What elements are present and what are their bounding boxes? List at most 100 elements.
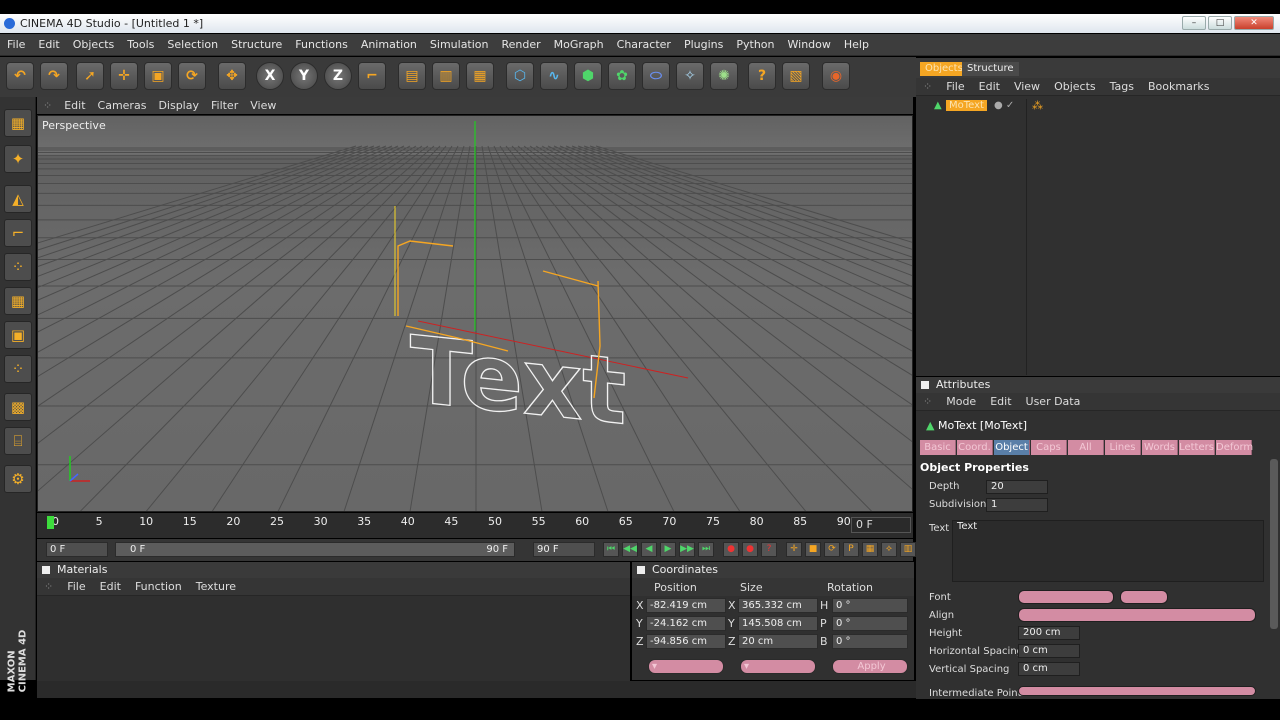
go-to-start-button[interactable]: ⏮ [603, 542, 619, 557]
object-axis-icon[interactable]: ⌐ [4, 219, 32, 247]
menu-animation[interactable]: Animation [354, 34, 423, 51]
font-style-dropdown[interactable] [1120, 590, 1168, 604]
rotation-field[interactable]: 0 ° [832, 634, 908, 649]
attributes-menu-mode[interactable]: Mode [939, 393, 983, 410]
texture-icon[interactable]: ▩ [4, 393, 32, 421]
nurbs-icon[interactable]: ⬢ [574, 62, 602, 90]
scheme-button[interactable]: ⟡ [881, 542, 897, 557]
particle-icon[interactable]: ✺ [710, 62, 738, 90]
menu-structure[interactable]: Structure [224, 34, 288, 51]
polygons-mode-icon[interactable]: ▣ [4, 321, 32, 349]
attr-tab-letters[interactable]: Letters [1179, 440, 1215, 455]
size-field[interactable]: 20 cm [738, 634, 818, 649]
close-button[interactable]: ✕ [1234, 16, 1274, 30]
object-visibility-icon[interactable]: ● ✓ [994, 100, 1014, 111]
position-field[interactable]: -82.419 cm [646, 598, 726, 613]
attr-tab-deform[interactable]: Deform [1216, 440, 1253, 455]
materials-menu-edit[interactable]: Edit [93, 578, 128, 595]
position-key-button[interactable]: ✛ [786, 542, 802, 557]
autokey-button[interactable]: ● [742, 542, 758, 557]
rotation-key-button[interactable]: ⟳ [824, 542, 840, 557]
vspacing-field[interactable]: 0 cm [1018, 662, 1080, 676]
viewport-menu-edit[interactable]: Edit [58, 97, 91, 114]
menu-mograph[interactable]: MoGraph [547, 34, 610, 51]
spline-icon[interactable]: ∿ [540, 62, 568, 90]
attr-tab-lines[interactable]: Lines [1105, 440, 1141, 455]
play-backward-button[interactable]: ◀ [641, 542, 657, 557]
enable-axis-icon[interactable]: ⁘ [4, 355, 32, 383]
materials-menu-function[interactable]: Function [128, 578, 189, 595]
attr-tab-all[interactable]: All [1068, 440, 1104, 455]
scale-key-button[interactable]: ■ [805, 542, 821, 557]
height-field[interactable]: 200 cm [1018, 626, 1080, 640]
next-key-button[interactable]: ▶▶ [679, 542, 695, 557]
cube-primitive-icon[interactable]: ⬡ [506, 62, 534, 90]
current-frame-field[interactable]: 0 F [851, 517, 911, 533]
redo-icon[interactable]: ↷ [40, 62, 68, 90]
attr-tab-coord[interactable]: Coord. [957, 440, 993, 455]
tab-structure[interactable]: Structure [962, 62, 1019, 76]
menu-selection[interactable]: Selection [160, 34, 224, 51]
pla-key-button[interactable]: ▦ [862, 542, 878, 557]
make-editable-icon[interactable]: ✦ [4, 145, 32, 173]
attributes-scrollbar[interactable] [1270, 459, 1278, 629]
menu-python[interactable]: Python [729, 34, 780, 51]
menu-file[interactable]: File [0, 34, 31, 51]
depth-field[interactable]: 20 [986, 480, 1048, 494]
keyframe-selection-button[interactable]: ? [761, 542, 777, 557]
objects-menu-edit[interactable]: Edit [972, 78, 1007, 95]
maximize-button[interactable]: □ [1208, 16, 1232, 30]
timeline-ruler[interactable]: 0 5 10 15 20 25 30 35 40 45 50 55 60 65 70 75 80 85 90 0 F [37, 513, 913, 538]
menu-tools[interactable]: Tools [120, 34, 160, 51]
coord-mode-dropdown[interactable]: ▾ [648, 659, 724, 674]
start-frame-field[interactable]: 0 F [46, 542, 108, 557]
go-to-end-button[interactable]: ⏭ [698, 542, 714, 557]
viewport-menu-view[interactable]: View [244, 97, 282, 114]
text-input[interactable]: Text [952, 520, 1264, 582]
position-field[interactable]: -24.162 cm [646, 616, 726, 631]
objects-menu-view[interactable]: View [1007, 78, 1047, 95]
object-tag-icon[interactable]: ⁂ [1032, 99, 1043, 112]
object-list-item[interactable]: ▲ MoText ● ✓ ⁂ [916, 99, 1280, 115]
viewport-menu-filter[interactable]: Filter [205, 97, 244, 114]
snapping-icon[interactable]: ⚙ [4, 465, 32, 493]
undo-icon[interactable]: ↶ [6, 62, 34, 90]
size-field[interactable]: 365.332 cm [738, 598, 818, 613]
materials-menu-texture[interactable]: Texture [189, 578, 243, 595]
camera-icon[interactable]: ? [748, 62, 776, 90]
perspective-viewport[interactable]: Text Perspective ✥ ⇣ ⟲ ▢ [37, 115, 913, 512]
array-icon[interactable]: ✿ [608, 62, 636, 90]
attr-tab-basic[interactable]: Basic [920, 440, 956, 455]
x-axis-lock-icon[interactable]: X [256, 62, 284, 90]
coordinate-system-icon[interactable]: ⌐ [358, 62, 386, 90]
render-settings-icon[interactable]: ▦ [466, 62, 494, 90]
menu-objects[interactable]: Objects [66, 34, 121, 51]
rotation-field[interactable]: 0 ° [832, 616, 908, 631]
layout-icon[interactable]: ▦ [4, 109, 32, 137]
model-mode-icon[interactable]: ◭ [4, 185, 32, 213]
rotation-field[interactable]: 0 ° [832, 598, 908, 613]
record-button[interactable]: ● [723, 542, 739, 557]
menu-help[interactable]: Help [837, 34, 875, 51]
menu-window[interactable]: Window [781, 34, 837, 51]
position-field[interactable]: -94.856 cm [646, 634, 726, 649]
timeline-playhead[interactable] [47, 516, 54, 529]
render-view-icon[interactable]: ▤ [398, 62, 426, 90]
rotate-icon[interactable]: ⟳ [178, 62, 206, 90]
attributes-menu-edit[interactable]: Edit [983, 393, 1018, 410]
ipoints-dropdown[interactable] [1018, 686, 1256, 696]
edges-mode-icon[interactable]: ▦ [4, 287, 32, 315]
attr-tab-words[interactable]: Words [1142, 440, 1178, 455]
move-icon[interactable]: ✛ [110, 62, 138, 90]
y-axis-lock-icon[interactable]: Y [290, 62, 318, 90]
scene-icon[interactable]: ▧ [782, 62, 810, 90]
subdivision-field[interactable]: 1 [986, 498, 1048, 512]
menu-plugins[interactable]: Plugins [677, 34, 729, 51]
viewport-menu-display[interactable]: Display [152, 97, 205, 114]
light-icon[interactable]: ◉ [822, 62, 850, 90]
align-dropdown[interactable] [1018, 608, 1256, 622]
viewport-menu-cameras[interactable]: Cameras [92, 97, 153, 114]
apply-button[interactable]: Apply [832, 659, 908, 674]
menu-render[interactable]: Render [495, 34, 547, 51]
hspacing-field[interactable]: 0 cm [1018, 644, 1080, 658]
